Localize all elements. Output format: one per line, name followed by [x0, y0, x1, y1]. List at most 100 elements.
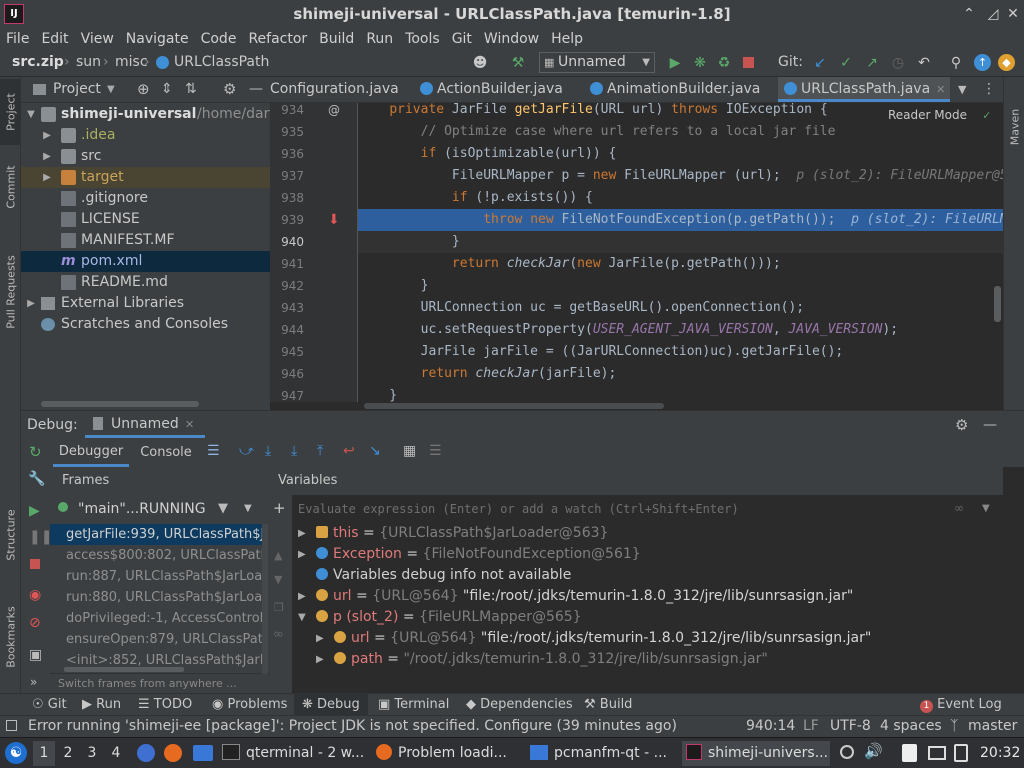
thread-select[interactable]: "main"...RUNNING ▼ ▼ — [50, 495, 270, 523]
rerun-icon[interactable]: ↻ — [29, 443, 42, 461]
menu-tools[interactable]: Tools — [399, 28, 446, 50]
chevron-down-icon[interactable]: ▼ — [958, 77, 966, 102]
tree-row-gitignore[interactable]: .gitignore — [21, 188, 270, 209]
variable-row-exception[interactable]: ▶ Exception = {FileNotFoundException@561… — [270, 544, 1003, 565]
editor-horizontal-scrollbar[interactable] — [364, 403, 664, 409]
menu-run[interactable]: Run — [360, 28, 399, 50]
gear-icon[interactable]: ⚙ — [223, 77, 236, 102]
tab-debugger[interactable]: Debugger — [53, 438, 129, 467]
chevron-down-icon[interactable]: ▼ — [982, 503, 990, 514]
vertical-scrollbar[interactable] — [994, 286, 1001, 322]
git-push-icon[interactable]: ↗ — [862, 53, 882, 73]
clipboard-icon[interactable] — [902, 744, 917, 762]
tree-row-license[interactable]: LICENSE — [21, 209, 270, 230]
variable-row-p-path[interactable]: ▶ path = "/root/.jdks/temurin-1.8.0_312/… — [270, 649, 1003, 670]
tab-console[interactable]: Console — [135, 438, 197, 467]
step-over-icon[interactable]: ⤻ — [239, 443, 254, 459]
toolwindow-build[interactable]: ⚒ Build — [584, 694, 632, 715]
toolwindow-debug[interactable]: ❋ Debug — [294, 694, 368, 715]
chevron-right-icon[interactable]: ▶ — [41, 146, 53, 167]
chevron-down-icon[interactable]: ▼ — [107, 77, 115, 102]
toolwindow-problems[interactable]: ◉ Problems — [212, 694, 287, 715]
toolwindow-git[interactable]: ☉ Git — [32, 694, 67, 715]
pull-requests-side-tab[interactable]: Pull Requests — [0, 237, 21, 347]
toolwindow-dependencies[interactable]: ◆ Dependencies — [466, 694, 573, 715]
toolwindow-run[interactable]: ▶ Run — [82, 694, 121, 715]
tree-row-target[interactable]: ▶ target — [21, 167, 270, 188]
git-commit-icon[interactable]: ✓ — [836, 53, 856, 73]
frame-row[interactable]: run:880, URLClassPath$JarLoad — [50, 587, 265, 608]
chevron-right-icon[interactable]: ▶ — [298, 544, 306, 565]
start-menu-icon[interactable]: ☯ — [5, 742, 27, 764]
horizontal-scrollbar[interactable] — [41, 401, 199, 407]
variable-row-p[interactable]: ▼ p (slot_2) = {FileURLMapper@565} — [270, 607, 1003, 628]
glasses-icon[interactable]: ∞ — [954, 501, 964, 515]
tree-row-scratches[interactable]: Scratches and Consoles — [21, 314, 270, 335]
collapse-all-icon[interactable]: ⇅ — [185, 77, 197, 102]
menu-edit[interactable]: Edit — [35, 28, 74, 50]
menu-build[interactable]: Build — [313, 28, 360, 50]
menu-navigate[interactable]: Navigate — [120, 28, 195, 50]
coverage-icon[interactable]: ♻ — [714, 53, 734, 73]
reader-mode-toggle[interactable]: Reader Mode — [888, 108, 967, 122]
workspace-2[interactable]: 2 — [57, 741, 79, 766]
run-icon[interactable]: ▶ — [665, 53, 685, 73]
workspace-3[interactable]: 3 — [81, 741, 103, 766]
task-firefox[interactable]: Problem loadi... — [376, 741, 524, 766]
override-marker-icon[interactable]: @ — [328, 103, 340, 117]
menu-help[interactable]: Help — [545, 28, 589, 50]
variable-row-p-url[interactable]: ▶ url = {URL@564} "file:/root/.jdks/temu… — [270, 628, 1003, 649]
add-watch-icon[interactable]: + — [273, 499, 286, 517]
volume-icon[interactable]: 🔊 — [864, 742, 883, 760]
battery-icon[interactable] — [954, 744, 968, 762]
file-manager-icon[interactable] — [193, 745, 213, 761]
status-message[interactable]: Error running 'shimeji-ee [package]': Pr… — [28, 716, 677, 737]
tab-urlclasspath-java[interactable]: URLClassPath.java ✕ — [778, 77, 950, 102]
more-icon[interactable]: ⋮ — [982, 77, 996, 102]
globe-icon[interactable] — [137, 744, 155, 762]
tab-actionbuilder-java[interactable]: ActionBuilder.java — [420, 77, 563, 102]
breadcrumb-sun[interactable]: sun — [76, 50, 101, 75]
run-to-cursor-icon[interactable]: ↘ — [369, 443, 381, 459]
tree-row-src[interactable]: ▶ src — [21, 146, 270, 167]
chevron-down-icon[interactable]: ▼ — [25, 104, 37, 125]
tree-row-external-libraries[interactable]: ▶ External Libraries — [21, 293, 270, 314]
chevron-right-icon[interactable]: ▶ — [298, 523, 306, 544]
chevron-right-icon[interactable]: ▶ — [298, 586, 306, 607]
debug-session-tab[interactable]: Unnamed ✕ — [85, 411, 205, 438]
power-icon[interactable] — [840, 745, 854, 759]
frame-row[interactable]: run:887, URLClassPath$JarLoad — [50, 566, 265, 587]
chevron-right-icon[interactable]: ▶ — [41, 125, 53, 146]
tree-row-readme[interactable]: README.md — [21, 272, 270, 293]
trace-icon[interactable]: ☰ — [429, 443, 442, 459]
chevron-right-icon[interactable]: ▶ — [41, 167, 53, 188]
menu-code[interactable]: Code — [195, 28, 243, 50]
minimize-icon[interactable]: ⌃ — [960, 5, 978, 23]
stop-icon[interactable] — [30, 559, 40, 569]
workspace-1[interactable]: 1 — [33, 741, 55, 766]
locate-icon[interactable]: ⊕ — [137, 77, 150, 102]
event-log-button[interactable]: 1 Event Log — [920, 694, 1002, 715]
camera-icon[interactable]: ▣ — [29, 647, 42, 663]
step-out-icon[interactable]: ⤒ — [317, 443, 323, 459]
layout-icon[interactable]: ☰ — [207, 443, 220, 459]
firefox-icon[interactable] — [164, 744, 182, 762]
maven-side-tab[interactable]: Maven — [1004, 97, 1024, 157]
force-step-into-icon[interactable]: ⤓ — [291, 443, 297, 459]
hide-panel-icon[interactable]: — — [249, 77, 263, 102]
maximize-icon[interactable]: ◿ — [984, 5, 1002, 23]
horizontal-scrollbar[interactable] — [64, 667, 184, 672]
expand-all-icon[interactable]: ⇕ — [161, 77, 173, 102]
menu-git[interactable]: Git — [446, 28, 478, 50]
line-separator[interactable]: LF — [803, 716, 819, 737]
task-intellij[interactable]: shimeji-univers... — [682, 741, 830, 766]
wrench-icon[interactable]: 🔧 — [28, 471, 45, 487]
structure-side-tab[interactable]: Structure — [0, 497, 21, 573]
hide-panel-icon[interactable]: — — [983, 411, 997, 439]
plugins-icon[interactable]: ◆ — [998, 54, 1015, 71]
drop-frame-icon[interactable]: ↩ — [343, 443, 355, 459]
close-tab-icon[interactable]: ✕ — [185, 411, 194, 438]
git-history-icon[interactable]: ◷ — [888, 53, 908, 73]
view-breakpoints-icon[interactable]: ◉ — [29, 587, 41, 603]
breadcrumb-urlclasspath[interactable]: URLClassPath — [174, 50, 269, 75]
